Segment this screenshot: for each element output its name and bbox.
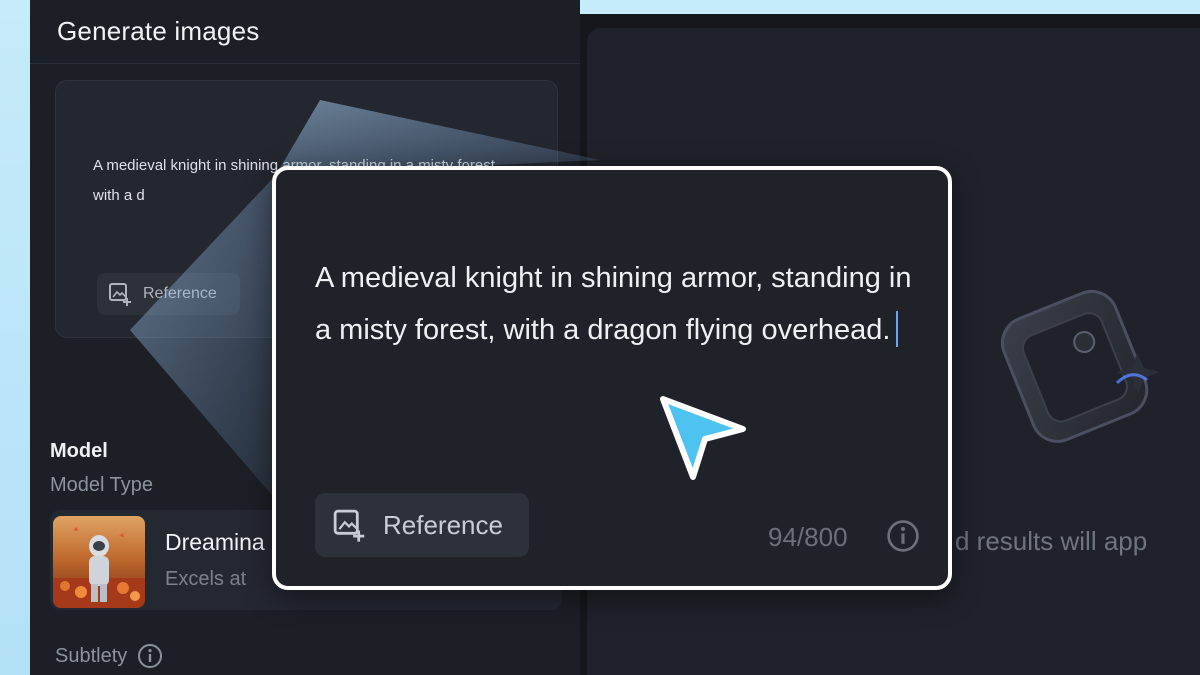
subtlety-label: Subtlety xyxy=(55,644,128,667)
model-heading: Model xyxy=(50,440,108,462)
model-thumbnail xyxy=(53,516,145,608)
panel-header: Generate images xyxy=(30,0,580,64)
text-caret xyxy=(896,311,899,347)
prompt-zoom-popup: A medieval knight in shining armor, stan… xyxy=(272,166,952,590)
info-icon[interactable] xyxy=(137,643,163,669)
results-placeholder-text: d results will app xyxy=(955,526,1148,556)
prompt-text-zoomed[interactable]: A medieval knight in shining armor, stan… xyxy=(315,252,925,356)
model-name: Dreamina xyxy=(165,529,265,555)
reference-image-icon xyxy=(333,509,365,542)
reference-button-zoomed[interactable]: Reference xyxy=(315,493,529,557)
model-description: Excels at xyxy=(165,568,247,590)
page-title: Generate images xyxy=(57,16,260,46)
reference-button[interactable]: Reference xyxy=(97,273,240,315)
model-type-label: Model Type xyxy=(50,474,154,496)
subtlety-row: Subtlety xyxy=(55,643,163,669)
results-clip: d results will app xyxy=(955,28,1200,675)
character-count: 94/800 xyxy=(768,522,848,552)
top-strip xyxy=(580,0,1200,14)
prompt-text-value: A medieval knight in shining armor, stan… xyxy=(315,262,912,346)
reference-image-icon xyxy=(109,283,131,306)
reference-label: Reference xyxy=(143,285,217,302)
info-icon[interactable] xyxy=(886,519,920,553)
pointer-cursor-icon xyxy=(660,396,746,480)
reference-label-zoomed: Reference xyxy=(383,509,503,540)
